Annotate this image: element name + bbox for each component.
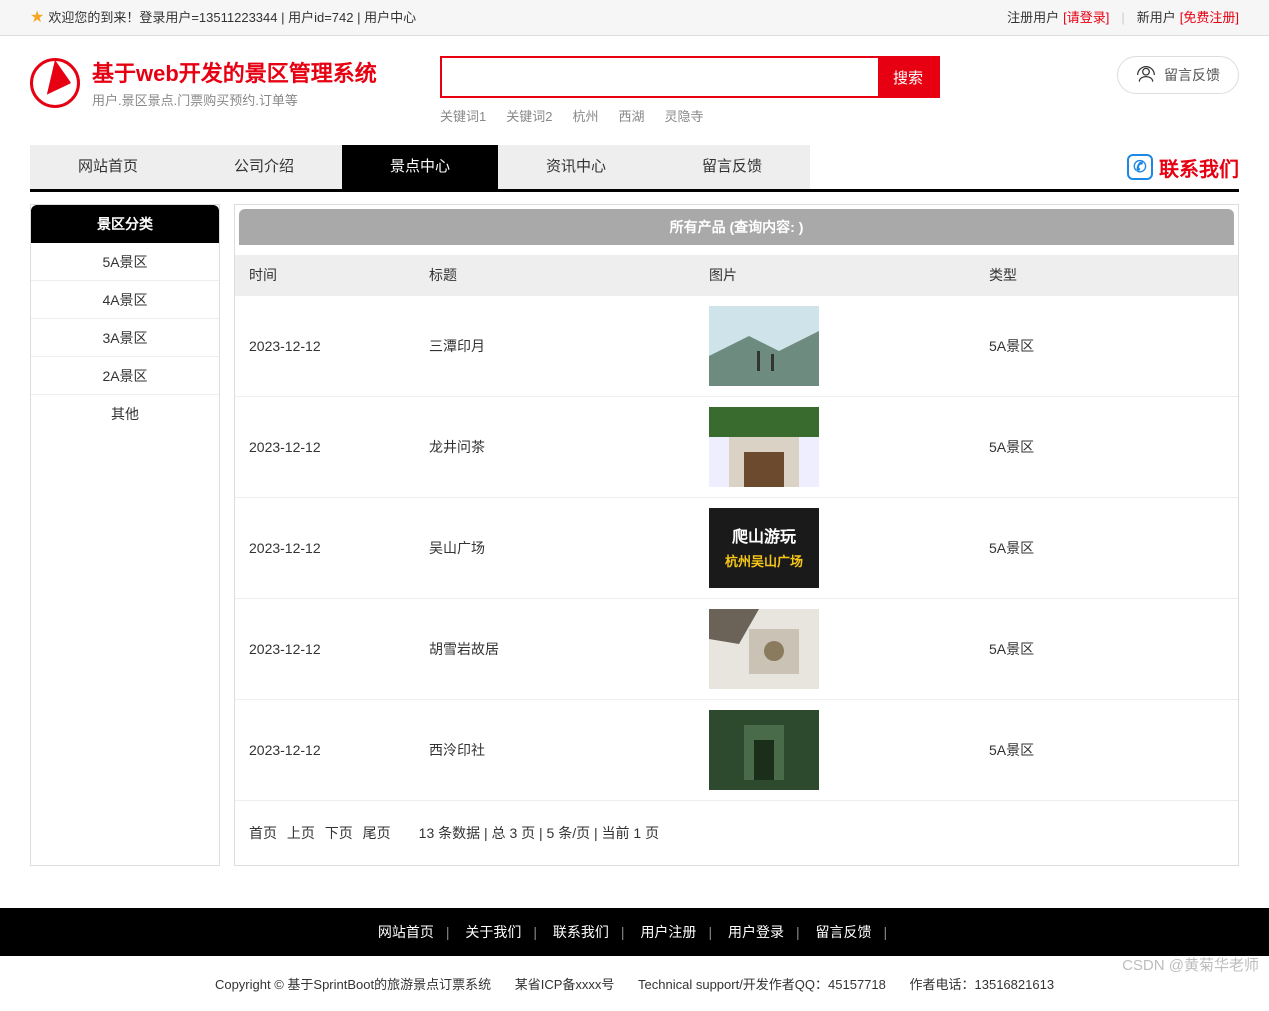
cell-image bbox=[695, 296, 975, 397]
search-button[interactable]: 搜索 bbox=[878, 58, 938, 96]
pager-prev[interactable]: 上页 bbox=[287, 825, 315, 841]
footer-link[interactable]: 留言反馈 bbox=[816, 924, 872, 940]
keyword-link[interactable]: 西湖 bbox=[618, 106, 644, 125]
copyright-text: Copyright © 基于SprintBoot的旅游景点订票系统 bbox=[215, 977, 491, 992]
register-prefix: 注册用户 bbox=[1007, 0, 1059, 36]
copyright: Copyright © 基于SprintBoot的旅游景点订票系统 某省ICP备… bbox=[0, 956, 1269, 1011]
cell-type: 5A景区 bbox=[975, 498, 1238, 599]
cell-type: 5A景区 bbox=[975, 599, 1238, 700]
footer-link[interactable]: 联系我们 bbox=[553, 924, 609, 940]
site-subtitle: 用户.景区景点.门票购买预约.订单等 bbox=[92, 90, 377, 109]
newuser-prefix: 新用户 bbox=[1137, 0, 1176, 36]
thumbnail-image[interactable] bbox=[709, 306, 819, 386]
thumbnail-image[interactable] bbox=[709, 710, 819, 790]
header: 基于web开发的景区管理系统 用户.景区景点.门票购买预约.订单等 搜索 关键词… bbox=[0, 36, 1269, 125]
cell-time: 2023-12-12 bbox=[235, 296, 415, 397]
login-link[interactable]: [请登录] bbox=[1063, 0, 1109, 36]
footer-link[interactable]: 用户注册 bbox=[640, 924, 696, 940]
pager-next[interactable]: 下页 bbox=[325, 825, 353, 841]
phone-text: 作者电话：13516821613 bbox=[910, 977, 1055, 992]
keyword-link[interactable]: 关键词1 bbox=[440, 106, 486, 125]
support-text: Technical support/开发作者QQ：45157718 bbox=[638, 977, 886, 992]
footer-link[interactable]: 用户登录 bbox=[728, 924, 784, 940]
cell-title: 西泠印社 bbox=[415, 700, 695, 801]
cell-image bbox=[695, 599, 975, 700]
sidebar-item-3a[interactable]: 3A景区 bbox=[31, 319, 219, 357]
table-row[interactable]: 2023-12-12胡雪岩故居 5A景区 bbox=[235, 599, 1238, 700]
cell-time: 2023-12-12 bbox=[235, 498, 415, 599]
thumbnail-image[interactable] bbox=[709, 609, 819, 689]
sidebar-item-other[interactable]: 其他 bbox=[31, 395, 219, 433]
footer-link[interactable]: 关于我们 bbox=[465, 924, 521, 940]
table-row[interactable]: 2023-12-12龙井问茶 5A景区 bbox=[235, 397, 1238, 498]
nav-about[interactable]: 公司介绍 bbox=[186, 145, 342, 189]
cell-title: 吴山广场 bbox=[415, 498, 695, 599]
pager: 首页 上页 下页 尾页 13 条数据 | 总 3 页 | 5 条/页 | 当前 … bbox=[235, 801, 1238, 865]
feedback-label: 留言反馈 bbox=[1164, 65, 1220, 85]
sidebar-item-2a[interactable]: 2A景区 bbox=[31, 357, 219, 395]
footer-link[interactable]: 网站首页 bbox=[378, 924, 434, 940]
footer-nav: 网站首页| 关于我们| 联系我们| 用户注册| 用户登录| 留言反馈| bbox=[0, 908, 1269, 956]
feedback-button[interactable]: 留言反馈 bbox=[1117, 56, 1239, 94]
cell-type: 5A景区 bbox=[975, 296, 1238, 397]
cell-type: 5A景区 bbox=[975, 397, 1238, 498]
logo-block[interactable]: 基于web开发的景区管理系统 用户.景区景点.门票购买预约.订单等 bbox=[30, 56, 410, 109]
headset-icon bbox=[1136, 65, 1156, 85]
cell-time: 2023-12-12 bbox=[235, 397, 415, 498]
icp-text: 某省ICP备xxxx号 bbox=[515, 977, 615, 992]
phone-icon: ✆ bbox=[1127, 154, 1153, 180]
nav-feedback[interactable]: 留言反馈 bbox=[654, 145, 810, 189]
cell-image bbox=[695, 700, 975, 801]
product-table: 时间 标题 图片 类型 2023-12-12三潭印月5A景区2023-12-12… bbox=[235, 255, 1238, 801]
contact-us[interactable]: ✆ 联系我们 bbox=[1127, 153, 1239, 182]
cell-title: 龙井问茶 bbox=[415, 397, 695, 498]
keyword-link[interactable]: 杭州 bbox=[572, 106, 598, 125]
svg-text:爬山游玩: 爬山游玩 bbox=[731, 527, 796, 546]
table-row[interactable]: 2023-12-12三潭印月 5A景区 bbox=[235, 296, 1238, 397]
thumbnail-image[interactable] bbox=[709, 407, 819, 487]
main-nav: 网站首页 公司介绍 景点中心 资讯中心 留言反馈 ✆ 联系我们 bbox=[30, 145, 1239, 192]
pager-last[interactable]: 尾页 bbox=[363, 825, 391, 841]
col-type: 类型 bbox=[975, 255, 1238, 296]
content: 所有产品 (查询内容: ) 时间 标题 图片 类型 2023-12-12三潭印月… bbox=[234, 204, 1239, 866]
nav-home[interactable]: 网站首页 bbox=[30, 145, 186, 189]
star-icon: ★ bbox=[30, 0, 44, 36]
cell-image: 爬山游玩杭州吴山广场 bbox=[695, 498, 975, 599]
logo-icon bbox=[30, 58, 80, 108]
keyword-link[interactable]: 灵隐寺 bbox=[665, 106, 704, 125]
search-block: 搜索 关键词1 关键词2 杭州 西湖 灵隐寺 bbox=[440, 56, 940, 125]
pager-info: 13 条数据 | 总 3 页 | 5 条/页 | 当前 1 页 bbox=[419, 823, 659, 843]
cell-type: 5A景区 bbox=[975, 700, 1238, 801]
register-link[interactable]: [免费注册] bbox=[1180, 0, 1239, 36]
table-row[interactable]: 2023-12-12西泠印社 5A景区 bbox=[235, 700, 1238, 801]
topbar: ★ 欢迎您的到来！登录用户=13511223344 | 用户id=742 | 用… bbox=[0, 0, 1269, 36]
col-time: 时间 bbox=[235, 255, 415, 296]
col-title: 标题 bbox=[415, 255, 695, 296]
pager-first[interactable]: 首页 bbox=[249, 825, 277, 841]
site-title: 基于web开发的景区管理系统 bbox=[92, 56, 377, 88]
thumbnail-image[interactable]: 爬山游玩杭州吴山广场 bbox=[709, 508, 819, 588]
sidebar-item-4a[interactable]: 4A景区 bbox=[31, 281, 219, 319]
nav-scenic[interactable]: 景点中心 bbox=[342, 145, 498, 189]
keywords: 关键词1 关键词2 杭州 西湖 灵隐寺 bbox=[440, 106, 940, 125]
divider: | bbox=[1121, 0, 1124, 36]
table-row[interactable]: 2023-12-12吴山广场爬山游玩杭州吴山广场5A景区 bbox=[235, 498, 1238, 599]
content-title: 所有产品 (查询内容: ) bbox=[239, 209, 1234, 245]
col-image: 图片 bbox=[695, 255, 975, 296]
svg-text:杭州吴山广场: 杭州吴山广场 bbox=[725, 554, 803, 569]
nav-news[interactable]: 资讯中心 bbox=[498, 145, 654, 189]
cell-time: 2023-12-12 bbox=[235, 700, 415, 801]
cell-time: 2023-12-12 bbox=[235, 599, 415, 700]
welcome-text[interactable]: 欢迎您的到来！登录用户=13511223344 | 用户id=742 | 用户中… bbox=[48, 0, 416, 36]
search-input[interactable] bbox=[442, 58, 878, 96]
keyword-link[interactable]: 关键词2 bbox=[506, 106, 552, 125]
contact-label: 联系我们 bbox=[1159, 153, 1239, 182]
cell-title: 三潭印月 bbox=[415, 296, 695, 397]
sidebar-title: 景区分类 bbox=[31, 205, 219, 243]
sidebar-item-5a[interactable]: 5A景区 bbox=[31, 243, 219, 281]
cell-title: 胡雪岩故居 bbox=[415, 599, 695, 700]
cell-image bbox=[695, 397, 975, 498]
sidebar: 景区分类 5A景区 4A景区 3A景区 2A景区 其他 bbox=[30, 204, 220, 866]
